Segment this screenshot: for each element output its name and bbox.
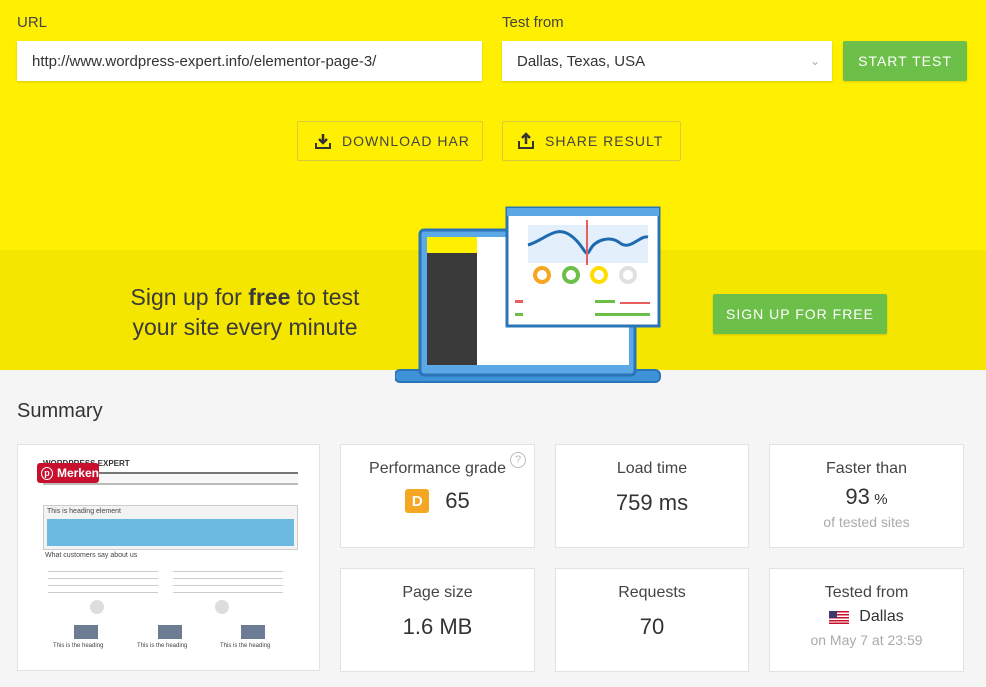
tested-from-label: Tested from — [824, 584, 909, 601]
share-icon — [518, 132, 534, 149]
faster-than-value: 93 — [845, 484, 870, 509]
faster-than-sub: of tested sites — [823, 514, 910, 530]
requests-label: Requests — [618, 584, 686, 601]
promo-text-pre: Sign up for — [130, 284, 249, 310]
summary-title: Summary — [17, 400, 103, 422]
thumb-heading: This is heading element — [47, 508, 121, 515]
page-size-card: Page size 1.6 MB — [340, 568, 535, 672]
tested-from-card: Tested from Dallas on May 7 at 23:59 — [769, 568, 964, 672]
thumb-customers: What customers say about us — [45, 552, 138, 559]
url-label: URL — [17, 14, 48, 31]
download-har-label: DOWNLOAD HAR — [342, 133, 470, 149]
share-result-label: SHARE RESULT — [545, 133, 664, 149]
url-value: http://www.wordpress-expert.info/element… — [32, 52, 377, 70]
thumb-avatar-2 — [215, 600, 229, 614]
chevron-down-icon: ⌄ — [809, 54, 820, 68]
tested-from-city: Dallas — [859, 608, 904, 625]
load-time-label: Load time — [616, 460, 688, 477]
thumb-card-heading-1: This is the heading — [53, 643, 104, 649]
page-screenshot-thumbnail: WORDPRESS EXPERT pMerken This is heading… — [17, 444, 320, 671]
thumb-text-2 — [173, 567, 283, 595]
pinterest-icon: p — [41, 466, 53, 480]
thumb-text-1 — [48, 567, 158, 595]
page-size-label: Page size — [402, 584, 473, 601]
thumb-card-heading-2: This is the heading — [137, 643, 188, 649]
promo-text-line2: your site every minute — [132, 314, 358, 340]
faster-than-unit: % — [874, 491, 888, 508]
load-time-value: 759 ms — [615, 490, 689, 515]
load-time-card: Load time 759 ms — [555, 444, 749, 548]
thumb-card-heading-3: This is the heading — [220, 643, 271, 649]
laptop-illustration — [395, 206, 661, 383]
page-size-value: 1.6 MB — [402, 614, 473, 639]
requests-value: 70 — [639, 614, 665, 639]
test-from-value: Dallas, Texas, USA — [517, 52, 646, 70]
test-from-label: Test from — [502, 14, 564, 31]
performance-grade-label: Performance grade — [369, 460, 506, 477]
thumb-avatar-1 — [90, 600, 104, 614]
thumb-list-block — [47, 519, 294, 546]
tested-from-date: on May 7 at 23:59 — [810, 632, 923, 648]
promo-text: Sign up for free to test your site every… — [100, 282, 390, 342]
grade-score: 65 — [445, 488, 470, 513]
download-icon — [315, 134, 331, 149]
url-input[interactable]: http://www.wordpress-expert.info/element… — [17, 41, 482, 81]
grade-badge: D — [405, 489, 430, 513]
promo-text-post: to test — [290, 284, 360, 310]
pinterest-save-button[interactable]: p Merken — [37, 463, 99, 483]
performance-grade-card: Performance grade ? D 65 — [340, 444, 535, 548]
download-har-button[interactable]: DOWNLOAD HAR — [297, 121, 483, 161]
faster-than-card: Faster than 93 % of tested sites — [769, 444, 964, 548]
help-icon[interactable]: ? — [510, 452, 526, 468]
signup-free-button[interactable]: SIGN UP FOR FREE — [713, 294, 887, 334]
thumb-image-2 — [158, 625, 182, 639]
test-from-select[interactable]: Dallas, Texas, USA ⌄ — [502, 41, 832, 81]
us-flag-icon — [829, 610, 850, 624]
faster-than-label: Faster than — [826, 460, 907, 477]
start-test-button[interactable]: START TEST — [843, 41, 967, 81]
share-result-button[interactable]: SHARE RESULT — [502, 121, 681, 161]
thumb-image-1 — [74, 625, 98, 639]
promo-text-bold: free — [248, 284, 291, 310]
requests-card: Requests 70 — [555, 568, 749, 672]
thumb-image-3 — [241, 625, 265, 639]
thumb-heading-box: This is heading element — [43, 505, 298, 550]
pin-label: Merken — [56, 466, 99, 480]
